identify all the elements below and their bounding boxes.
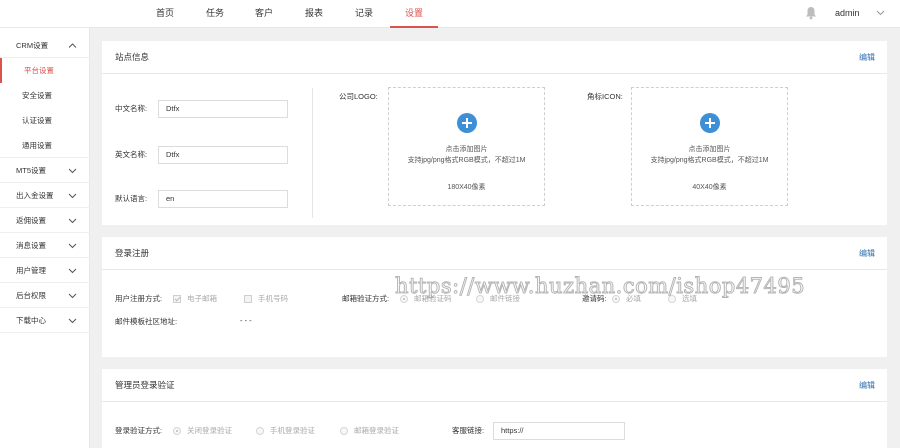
- sidebar: CRM设置 平台设置 安全设置 认证设置 通用设置 MT5设置 出入金设置 返佣…: [0, 28, 90, 448]
- sidebar-group-rebate[interactable]: 返佣设置: [0, 208, 90, 233]
- top-nav-bar: 首页 任务 客户 报表 记录 设置 admin: [0, 0, 900, 28]
- edit-button[interactable]: 编辑: [859, 237, 875, 270]
- logo-label: 公司LOGO:: [339, 92, 378, 101]
- cn-name-label: 中文名称:: [115, 104, 148, 113]
- sidebar-group-crm[interactable]: CRM设置: [0, 33, 90, 58]
- vertical-divider: [312, 88, 313, 218]
- sidebar-group-mt5[interactable]: MT5设置: [0, 158, 90, 183]
- sidebar-group-label: MT5设置: [16, 166, 46, 175]
- sidebar-item-auth[interactable]: 认证设置: [0, 108, 90, 133]
- nav-home[interactable]: 首页: [148, 0, 182, 28]
- plus-icon: [457, 113, 477, 133]
- email-option-label: 电子邮箱: [187, 294, 217, 303]
- watermark: https://www.huzhan.com/ishop47495: [394, 274, 806, 299]
- default-language-input[interactable]: en: [158, 190, 288, 208]
- sidebar-group-label: 出入金设置: [16, 191, 54, 200]
- panel-header: 登录注册 编辑: [102, 237, 887, 270]
- chevron-down-icon: [68, 293, 77, 299]
- sidebar-group-message[interactable]: 消息设置: [0, 233, 90, 258]
- sidebar-group-permissions[interactable]: 后台权限: [0, 283, 90, 308]
- phone-verify-label: 手机登录验证: [270, 426, 315, 435]
- sidebar-group-users[interactable]: 用户管理: [0, 258, 90, 283]
- en-name-input[interactable]: Dtfx: [158, 146, 288, 164]
- phone-option-label: 手机号码: [258, 294, 288, 303]
- upload-hint: 点击添加图片: [445, 146, 488, 153]
- panel-title: 站点信息: [115, 52, 150, 62]
- email-verify-label: 邮箱验证方式:: [342, 294, 390, 303]
- phone-verify-radio[interactable]: [256, 427, 264, 435]
- email-checkbox[interactable]: [173, 295, 181, 303]
- sidebar-item-label: 认证设置: [22, 116, 52, 125]
- site-info-panel: 站点信息 编辑 中文名称: Dtfx 英文名称: Dtfx 默认语言: en 公…: [102, 41, 887, 225]
- upload-size-hint: 180X40像素: [447, 184, 486, 191]
- sidebar-item-label: 通用设置: [22, 141, 52, 150]
- nav-tasks[interactable]: 任务: [198, 0, 232, 28]
- email-verify-label: 邮箱登录验证: [354, 426, 399, 435]
- sidebar-group-label: 返佣设置: [16, 216, 46, 225]
- cn-name-input[interactable]: Dtfx: [158, 100, 288, 118]
- register-method-label: 用户注册方式:: [115, 294, 163, 303]
- nav-records[interactable]: 记录: [347, 0, 381, 28]
- chevron-down-icon: [68, 193, 77, 199]
- sidebar-group-label: CRM设置: [16, 41, 49, 50]
- plus-icon: [700, 113, 720, 133]
- chevron-down-icon: [68, 218, 77, 224]
- login-verify-label: 登录验证方式:: [115, 426, 163, 435]
- sidebar-group-label: 后台权限: [16, 291, 46, 300]
- close-verify-radio[interactable]: [173, 427, 181, 435]
- service-link-input[interactable]: https://: [493, 422, 625, 440]
- user-name[interactable]: admin: [835, 0, 860, 26]
- chevron-down-icon: [68, 268, 77, 274]
- bell-icon[interactable]: [805, 6, 817, 20]
- upload-size-hint: 40X40像素: [692, 184, 727, 191]
- icon-upload-area[interactable]: 点击添加图片 支持jpg/png格式RGB模式，不超过1M 40X40像素: [631, 87, 788, 206]
- sidebar-item-general[interactable]: 通用设置: [0, 133, 90, 158]
- sidebar-group-label: 下载中心: [16, 316, 46, 325]
- template-url-label: 邮件模板社区地址:: [115, 317, 178, 326]
- icon-label: 角标ICON:: [587, 92, 623, 101]
- chevron-down-icon: [68, 318, 77, 324]
- nav-settings[interactable]: 设置: [390, 0, 438, 28]
- nav-customers[interactable]: 客户: [247, 0, 281, 28]
- upload-format-hint: 支持jpg/png格式RGB模式，不超过1M: [407, 157, 526, 164]
- admin-login-panel: 管理员登录验证 编辑 登录验证方式: 关闭登录验证 手机登录验证 邮箱登录验证 …: [102, 369, 887, 448]
- close-verify-label: 关闭登录验证: [187, 426, 232, 435]
- sidebar-item-platform[interactable]: 平台设置: [0, 58, 90, 83]
- panel-header: 管理员登录验证 编辑: [102, 369, 887, 402]
- logo-upload-area[interactable]: 点击添加图片 支持jpg/png格式RGB模式，不超过1M 180X40像素: [388, 87, 545, 206]
- default-language-label: 默认语言:: [115, 194, 148, 203]
- chevron-down-icon: [68, 168, 77, 174]
- sidebar-item-label: 平台设置: [24, 66, 54, 75]
- panel-title: 管理员登录验证: [115, 380, 175, 390]
- email-verify-radio[interactable]: [340, 427, 348, 435]
- upload-format-hint: 支持jpg/png格式RGB模式，不超过1M: [650, 157, 769, 164]
- sidebar-group-label: 用户管理: [16, 266, 46, 275]
- nav-reports[interactable]: 报表: [297, 0, 331, 28]
- service-link-label: 客服链接:: [452, 426, 485, 435]
- sidebar-group-download[interactable]: 下载中心: [0, 308, 90, 333]
- chevron-down-icon[interactable]: [876, 9, 885, 17]
- phone-checkbox[interactable]: [244, 295, 252, 303]
- sidebar-group-label: 消息设置: [16, 241, 46, 250]
- panel-header: 站点信息 编辑: [102, 41, 887, 74]
- sidebar-item-security[interactable]: 安全设置: [0, 83, 90, 108]
- chevron-down-icon: [68, 243, 77, 249]
- en-name-label: 英文名称:: [115, 150, 148, 159]
- edit-button[interactable]: 编辑: [859, 369, 875, 402]
- edit-button[interactable]: 编辑: [859, 41, 875, 74]
- upload-hint: 点击添加图片: [688, 146, 731, 153]
- panel-title: 登录注册: [115, 248, 150, 258]
- sidebar-item-label: 安全设置: [22, 91, 52, 100]
- template-url-value: - - -: [240, 316, 252, 325]
- chevron-up-icon: [68, 43, 77, 48]
- sidebar-group-funds[interactable]: 出入金设置: [0, 183, 90, 208]
